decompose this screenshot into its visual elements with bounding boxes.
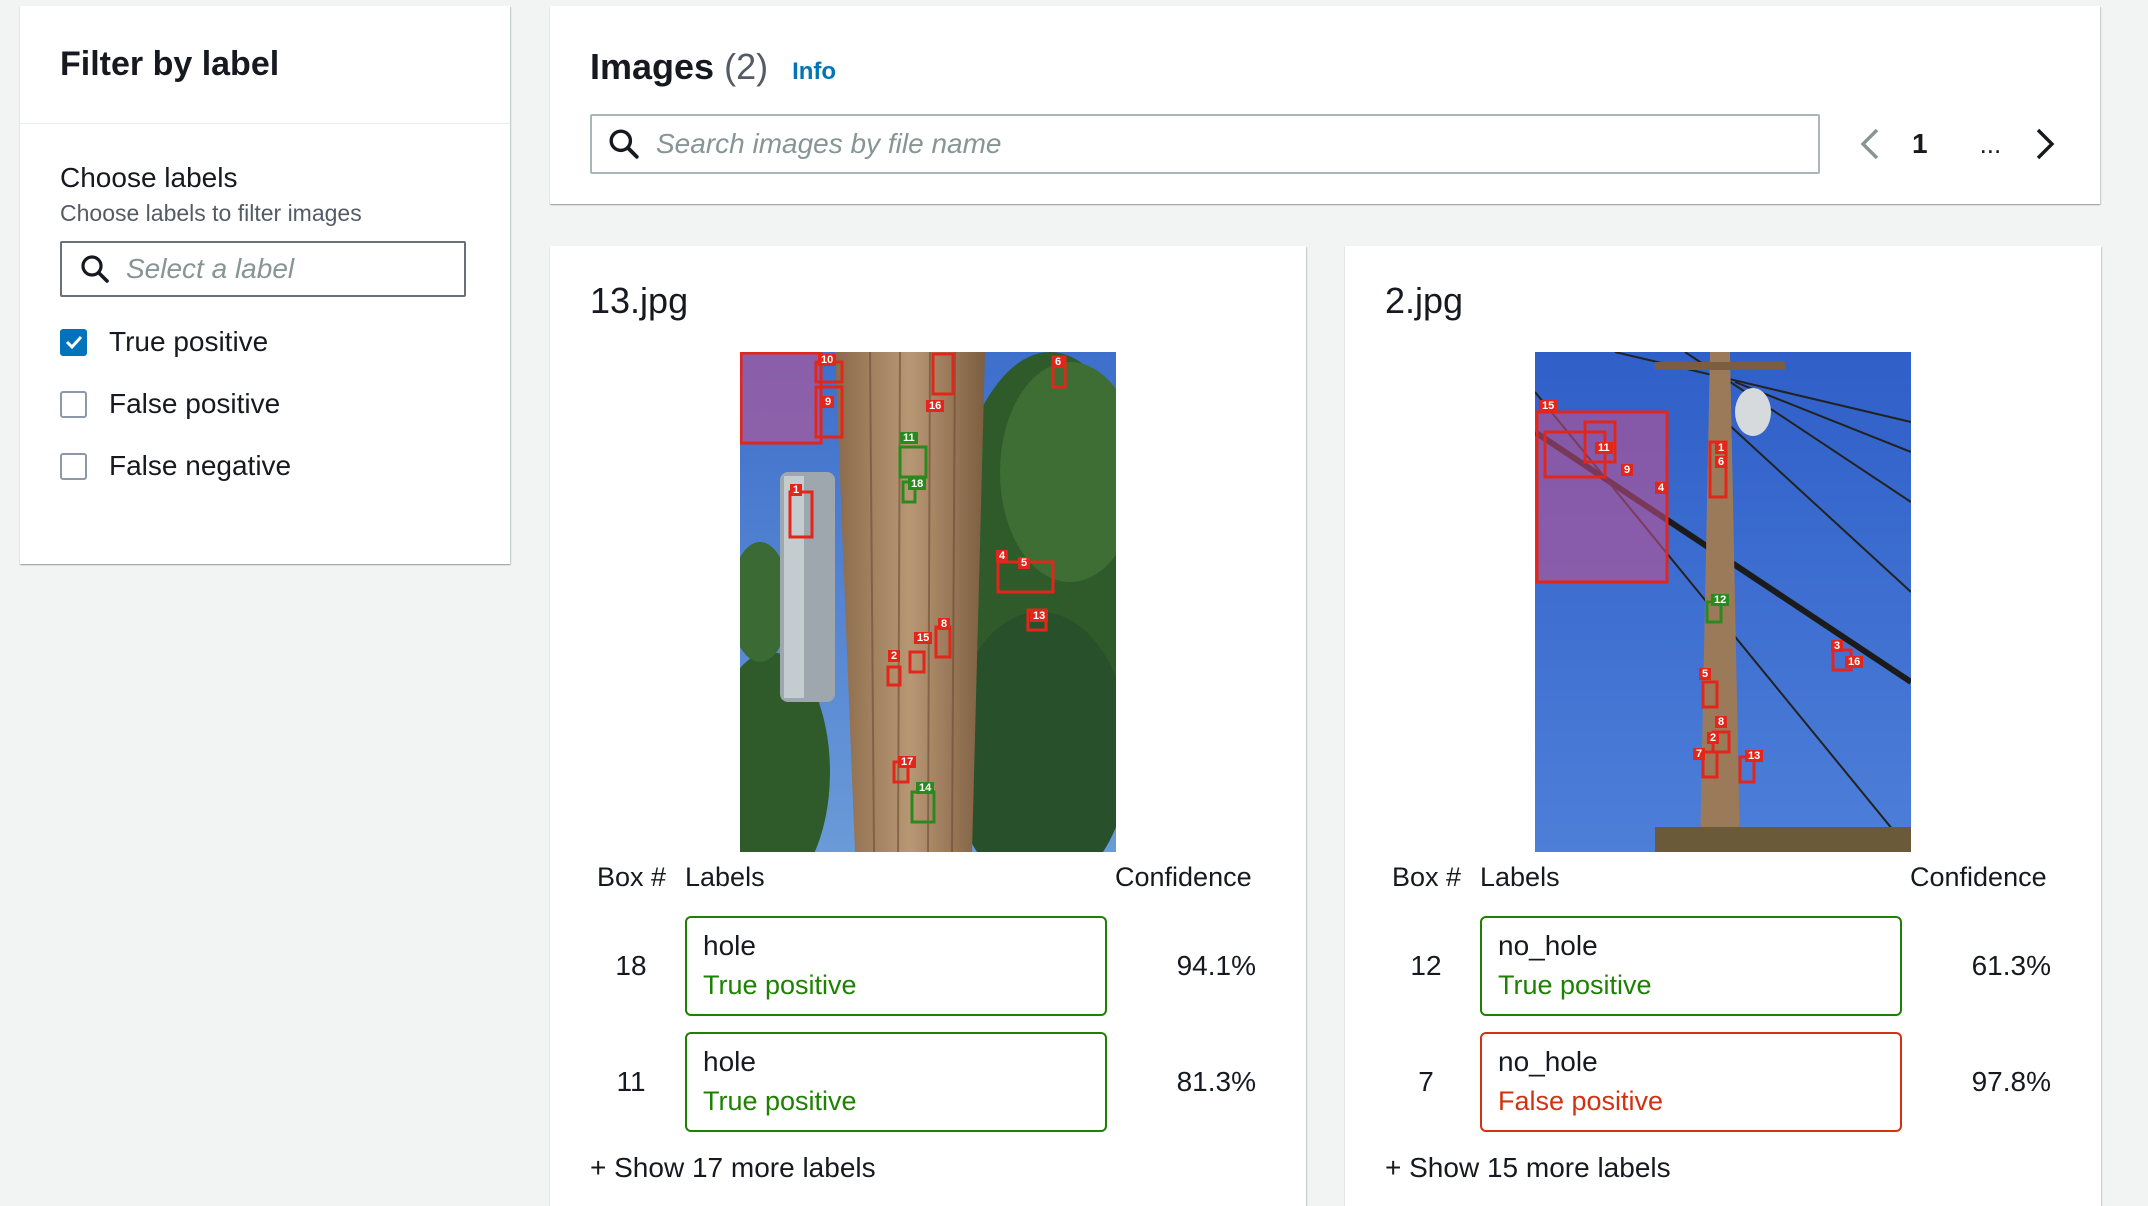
- label-box[interactable]: no_hole False positive: [1480, 1032, 1902, 1132]
- label-status: True positive: [703, 970, 857, 1000]
- next-page-button[interactable]: [2025, 127, 2065, 161]
- filter-header: Filter by label: [20, 6, 510, 124]
- filter-option-false-negative[interactable]: False negative: [60, 449, 470, 483]
- image-card: 2.jpg 15 11 9 4 1 6 12 3 16 5 8 2 7 13 B…: [1345, 246, 2101, 1206]
- choose-labels-description: Choose labels to filter images: [60, 200, 362, 226]
- col-labels: Labels: [1480, 862, 1560, 892]
- table-row: 11 hole True positive 81.3%: [550, 1032, 1306, 1132]
- confidence-value: 81.3%: [1176, 1066, 1256, 1097]
- prev-page-button[interactable]: [1850, 127, 1890, 161]
- filter-option-true-positive[interactable]: True positive: [60, 325, 470, 359]
- confidence-value: 97.8%: [1971, 1066, 2051, 1097]
- box-number: 11: [616, 1066, 646, 1097]
- search-icon: [609, 129, 639, 159]
- image-thumbnail-pole[interactable]: 10 9 16 6 1 11 18 4 5 13 8 15 2 17 14: [740, 352, 1116, 852]
- label-name: hole: [703, 930, 756, 961]
- col-box: Box #: [597, 862, 667, 892]
- label-status: True positive: [703, 1086, 857, 1116]
- table-row: 18 hole True positive 94.1%: [550, 916, 1306, 1016]
- info-link[interactable]: Info: [792, 58, 836, 86]
- checkbox-true-positive[interactable]: [60, 328, 87, 356]
- box-number: 7: [1418, 1066, 1434, 1097]
- label-select-input[interactable]: Select a label: [60, 241, 466, 297]
- checkbox-label: True positive: [109, 326, 269, 357]
- chevron-left-icon: [1860, 128, 1879, 160]
- images-count: (2): [724, 46, 769, 87]
- label-box[interactable]: hole True positive: [685, 916, 1107, 1016]
- search-images-input[interactable]: Search images by file name: [590, 114, 1820, 174]
- search-icon: [81, 255, 109, 283]
- search-placeholder: Search images by file name: [656, 128, 1002, 159]
- label-select-placeholder: Select a label: [126, 253, 295, 284]
- label-status: False positive: [1498, 1086, 1664, 1116]
- page-1-button[interactable]: 1: [1912, 128, 1928, 160]
- label-status: True positive: [1498, 970, 1652, 1000]
- check-icon: [65, 335, 82, 350]
- chevron-right-icon: [2037, 128, 2055, 160]
- label-name: no_hole: [1498, 930, 1598, 961]
- box-number: 18: [615, 950, 647, 981]
- checkbox-false-positive[interactable]: [60, 390, 87, 418]
- filter-title: Filter by label: [60, 45, 280, 83]
- checkbox-label: False negative: [109, 450, 292, 481]
- show-more-labels-button[interactable]: + Show 17 more labels: [590, 1152, 876, 1184]
- pager-ellipsis: ...: [1979, 128, 2002, 159]
- image-thumbnail-pole[interactable]: 15 11 9 4 1 6 12 3 16 5 8 2 7 13: [1535, 352, 1911, 852]
- image-filename[interactable]: 2.jpg: [1385, 280, 1463, 322]
- checkbox-false-negative[interactable]: [60, 452, 87, 480]
- label-name: hole: [703, 1046, 756, 1077]
- col-labels: Labels: [685, 862, 765, 892]
- pagination: 1 ...: [1850, 114, 2065, 174]
- choose-labels-label: Choose labels: [60, 162, 238, 193]
- filter-panel: Filter by label Choose labels Choose lab…: [20, 6, 510, 564]
- pole-photo: [740, 352, 1116, 852]
- table-row: 7 no_hole False positive 97.8%: [1345, 1032, 2101, 1132]
- box-number: 12: [1410, 950, 1442, 981]
- show-more-labels-button[interactable]: + Show 15 more labels: [1385, 1152, 1671, 1184]
- col-confidence: Confidence: [1910, 862, 2047, 892]
- filter-option-false-positive[interactable]: False positive: [60, 387, 470, 421]
- checkbox-label: False positive: [109, 388, 281, 419]
- image-filename[interactable]: 13.jpg: [590, 280, 688, 322]
- confidence-value: 61.3%: [1971, 950, 2051, 981]
- filter-body: Choose labels Choose labels to filter im…: [20, 124, 510, 483]
- col-box: Box #: [1392, 862, 1462, 892]
- image-card: 13.jpg 10 9 16 6 1 11 18 4 5 13 8 15 2 1…: [550, 246, 1306, 1206]
- label-box[interactable]: hole True positive: [685, 1032, 1107, 1132]
- confidence-value: 94.1%: [1176, 950, 1256, 981]
- label-box[interactable]: no_hole True positive: [1480, 916, 1902, 1016]
- images-title-row: Images (2) Info: [590, 46, 836, 88]
- pole-photo: [1535, 352, 1911, 852]
- col-confidence: Confidence: [1115, 862, 1252, 892]
- label-name: no_hole: [1498, 1046, 1598, 1077]
- images-header-panel: Images (2) Info Search images by file na…: [550, 6, 2100, 204]
- table-row: 12 no_hole True positive 61.3%: [1345, 916, 2101, 1016]
- images-title: Images: [590, 46, 715, 87]
